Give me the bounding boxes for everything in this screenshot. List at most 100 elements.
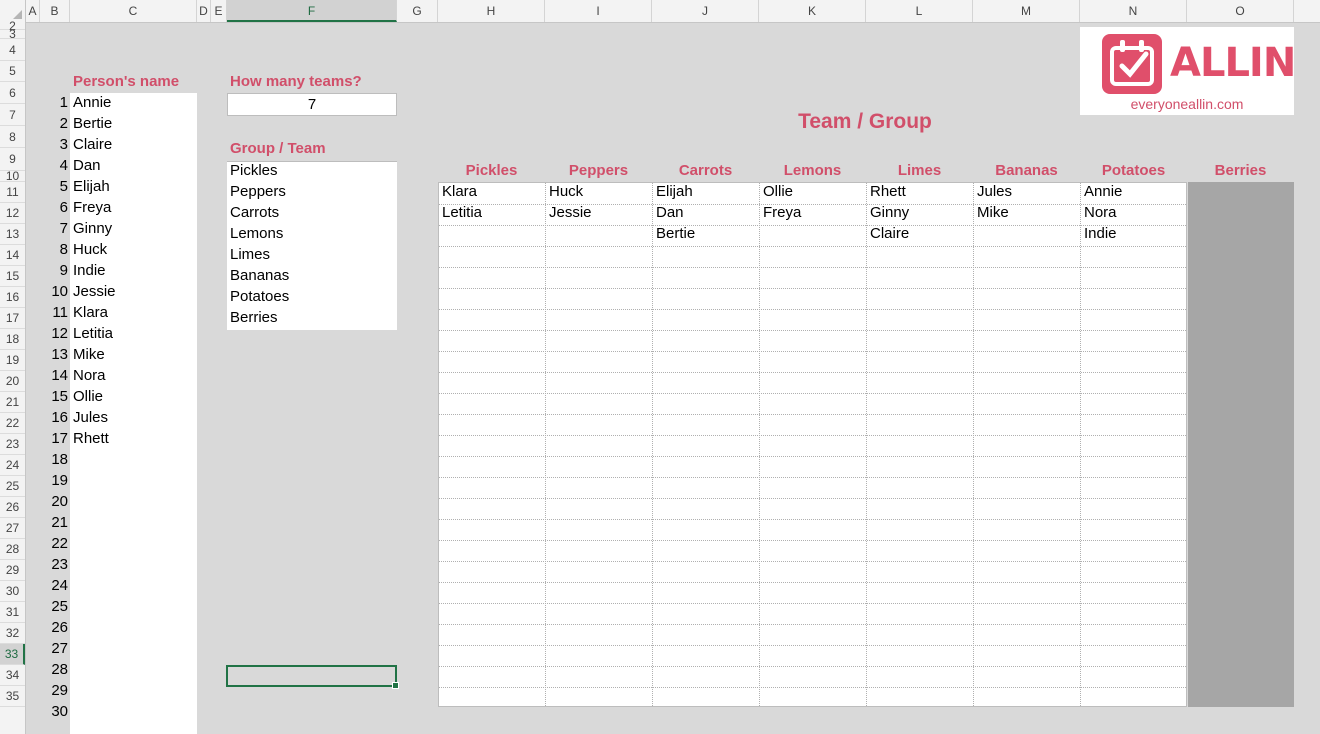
row-header-27[interactable]: 27 [0,518,25,539]
person-name[interactable]: Huck [73,241,107,258]
person-name[interactable]: Annie [73,94,111,111]
team-member[interactable]: Klara [442,183,477,200]
column-header-E[interactable]: E [211,0,227,22]
row-header-20[interactable]: 20 [0,371,25,392]
row-header-4[interactable]: 4 [0,39,25,61]
row-header-34[interactable]: 34 [0,665,25,686]
person-name[interactable]: Rhett [73,430,109,447]
row-header-9[interactable]: 9 [0,148,25,171]
row-header-24[interactable]: 24 [0,455,25,476]
grid-row-divider [439,435,1186,436]
column-header-C[interactable]: C [70,0,197,22]
row-header-19[interactable]: 19 [0,350,25,371]
person-name[interactable]: Freya [73,199,111,216]
group-item[interactable]: Potatoes [230,288,289,305]
group-item[interactable]: Peppers [230,183,286,200]
row-header-7[interactable]: 7 [0,104,25,126]
team-member[interactable]: Bertie [656,225,695,242]
row-header-12[interactable]: 12 [0,203,25,224]
team-member[interactable]: Freya [763,204,801,221]
column-header-M[interactable]: M [973,0,1080,22]
person-name[interactable]: Klara [73,304,108,321]
column-header-K[interactable]: K [759,0,866,22]
column-header-I[interactable]: I [545,0,652,22]
person-name[interactable]: Indie [73,262,106,279]
row-header-35[interactable]: 35 [0,686,25,707]
row-header-14[interactable]: 14 [0,245,25,266]
team-member[interactable]: Huck [549,183,583,200]
group-item[interactable]: Limes [230,246,270,263]
team-member[interactable]: Jules [977,183,1012,200]
person-name[interactable]: Jules [73,409,108,426]
team-member[interactable]: Ollie [763,183,793,200]
row-header-23[interactable]: 23 [0,434,25,455]
person-name[interactable]: Bertie [73,115,112,132]
row-header-3[interactable]: 3 [0,28,25,40]
person-name[interactable]: Elijah [73,178,110,195]
row-header-26[interactable]: 26 [0,497,25,518]
row-header-22[interactable]: 22 [0,413,25,434]
person-name[interactable]: Mike [73,346,105,363]
team-header: Potatoes [1101,162,1166,179]
team-member[interactable]: Rhett [870,183,906,200]
person-number: 20 [51,493,68,510]
row-header-25[interactable]: 25 [0,476,25,497]
column-header-J[interactable]: J [652,0,759,22]
teams-question-label: How many teams? [230,73,362,90]
row-header-6[interactable]: 6 [0,82,25,104]
row-header-15[interactable]: 15 [0,266,25,287]
row-header-31[interactable]: 31 [0,602,25,623]
row-header-28[interactable]: 28 [0,539,25,560]
row-header-18[interactable]: 18 [0,329,25,350]
column-header-A[interactable]: A [26,0,40,22]
team-member[interactable]: Jessie [549,204,592,221]
grid-row-divider [439,309,1186,310]
group-item[interactable]: Bananas [230,267,289,284]
row-header-33[interactable]: 33 [0,644,25,665]
person-name[interactable]: Letitia [73,325,113,342]
group-item[interactable]: Berries [230,309,278,326]
person-name[interactable]: Jessie [73,283,116,300]
selected-cell-F33[interactable] [226,665,399,689]
row-header-13[interactable]: 13 [0,224,25,245]
team-member[interactable]: Letitia [442,204,482,221]
row-header-21[interactable]: 21 [0,392,25,413]
team-member[interactable]: Ginny [870,204,909,221]
grid-row-divider [439,246,1186,247]
column-header-F[interactable]: F [227,0,397,22]
row-header-10[interactable]: 10 [0,170,25,182]
row-header-5[interactable]: 5 [0,61,25,82]
team-member[interactable]: Annie [1084,183,1122,200]
row-header-8[interactable]: 8 [0,126,25,148]
person-name[interactable]: Dan [73,157,101,174]
team-member[interactable]: Elijah [656,183,693,200]
column-header-G[interactable]: G [397,0,438,22]
person-name[interactable]: Ginny [73,220,112,237]
row-header-11[interactable]: 11 [0,182,25,203]
row-header-30[interactable]: 30 [0,581,25,602]
team-member[interactable]: Indie [1084,225,1117,242]
person-name[interactable]: Nora [73,367,106,384]
team-member[interactable]: Mike [977,204,1009,221]
group-item[interactable]: Lemons [230,225,283,242]
grid-column-divider [1080,183,1081,706]
team-member[interactable]: Nora [1084,204,1117,221]
row-header-16[interactable]: 16 [0,287,25,308]
team-member[interactable]: Claire [870,225,909,242]
group-item[interactable]: Pickles [230,162,278,179]
column-header-N[interactable]: N [1080,0,1187,22]
person-number: 14 [51,367,68,384]
person-name[interactable]: Ollie [73,388,103,405]
row-header-17[interactable]: 17 [0,308,25,329]
column-header-H[interactable]: H [438,0,545,22]
team-member[interactable]: Dan [656,204,684,221]
column-header-D[interactable]: D [197,0,211,22]
row-header-32[interactable]: 32 [0,623,25,644]
column-header-L[interactable]: L [866,0,973,22]
column-header-O[interactable]: O [1187,0,1294,22]
group-item[interactable]: Carrots [230,204,279,221]
column-header-B[interactable]: B [40,0,70,22]
person-name[interactable]: Claire [73,136,112,153]
row-header-29[interactable]: 29 [0,560,25,581]
team-grid[interactable] [438,182,1187,707]
